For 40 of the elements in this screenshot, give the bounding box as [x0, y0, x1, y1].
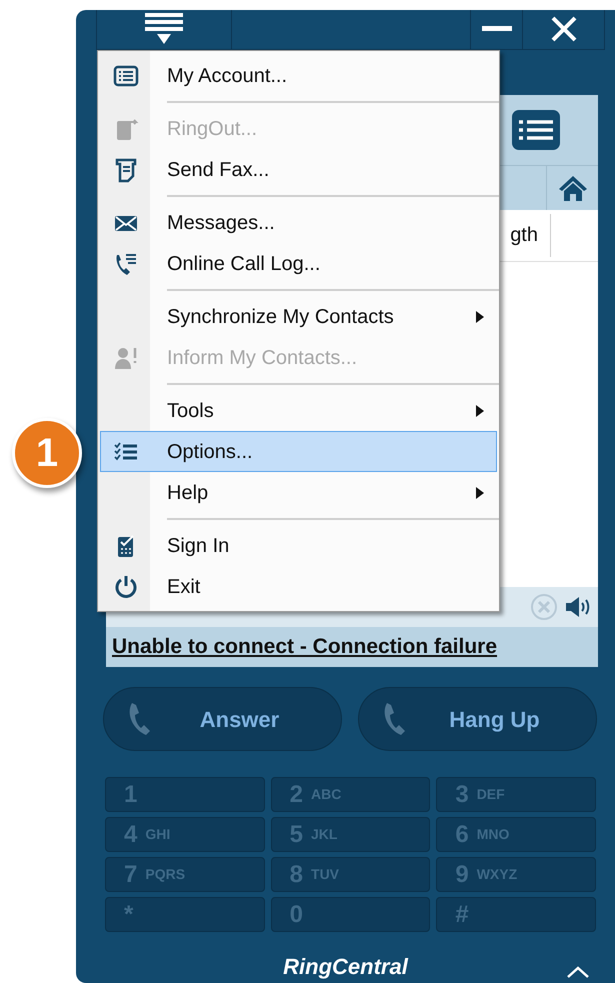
speaker-icon[interactable]	[564, 595, 592, 619]
menu-button[interactable]	[96, 10, 232, 49]
chevron-up-icon[interactable]	[567, 966, 589, 978]
keypad-key[interactable]: #	[436, 897, 596, 932]
hang-up-button[interactable]: Hang Up	[358, 687, 597, 751]
menu-item[interactable]: Help	[100, 472, 497, 513]
minimize-icon	[482, 26, 512, 32]
keypad-key[interactable]: *	[105, 897, 265, 932]
submenu-arrow-icon	[476, 310, 484, 322]
menu-item-label: Sign In	[167, 534, 230, 558]
menu-item[interactable]: Online Call Log...	[100, 243, 497, 284]
column-header: gth	[510, 223, 538, 248]
menu-item[interactable]: Exit	[100, 566, 497, 607]
menu-item[interactable]: Tools	[100, 390, 497, 431]
menu-item-label: Tools	[167, 398, 214, 424]
menu-item-label: Exit	[167, 574, 200, 600]
menu-item[interactable]: My Account...	[100, 55, 497, 96]
menu-item[interactable]: Synchronize My Contacts	[100, 296, 497, 337]
menu-item-label: Inform My Contacts...	[167, 346, 358, 370]
submenu-arrow-icon	[476, 486, 484, 498]
menu-item[interactable]: Options...	[100, 431, 497, 472]
menu-item-label: Options...	[167, 440, 253, 464]
menu-icon	[143, 12, 185, 46]
menu-item-label: Send Fax...	[167, 158, 270, 182]
list-icon[interactable]	[510, 108, 562, 152]
menu-item-label: My Account...	[167, 64, 288, 88]
menu-item[interactable]: Sign In	[100, 525, 497, 566]
menu-item-label: Synchronize My Contacts	[167, 304, 394, 330]
menu-item-label: RingOut...	[167, 116, 258, 142]
menu-item-label: Help	[167, 480, 208, 506]
logo: RingCentral	[283, 953, 408, 981]
menu-item[interactable]: Messages...	[100, 202, 497, 243]
submenu-arrow-icon	[476, 404, 484, 416]
answer-button[interactable]: Answer	[103, 687, 342, 751]
menu-item[interactable]: Send Fax...	[100, 149, 497, 190]
home-icon[interactable]	[558, 174, 588, 202]
step-badge: 1	[12, 418, 82, 488]
menu-item-label: Online Call Log...	[167, 252, 320, 276]
menu-item-label: Messages...	[167, 210, 275, 236]
close-icon	[550, 16, 576, 42]
